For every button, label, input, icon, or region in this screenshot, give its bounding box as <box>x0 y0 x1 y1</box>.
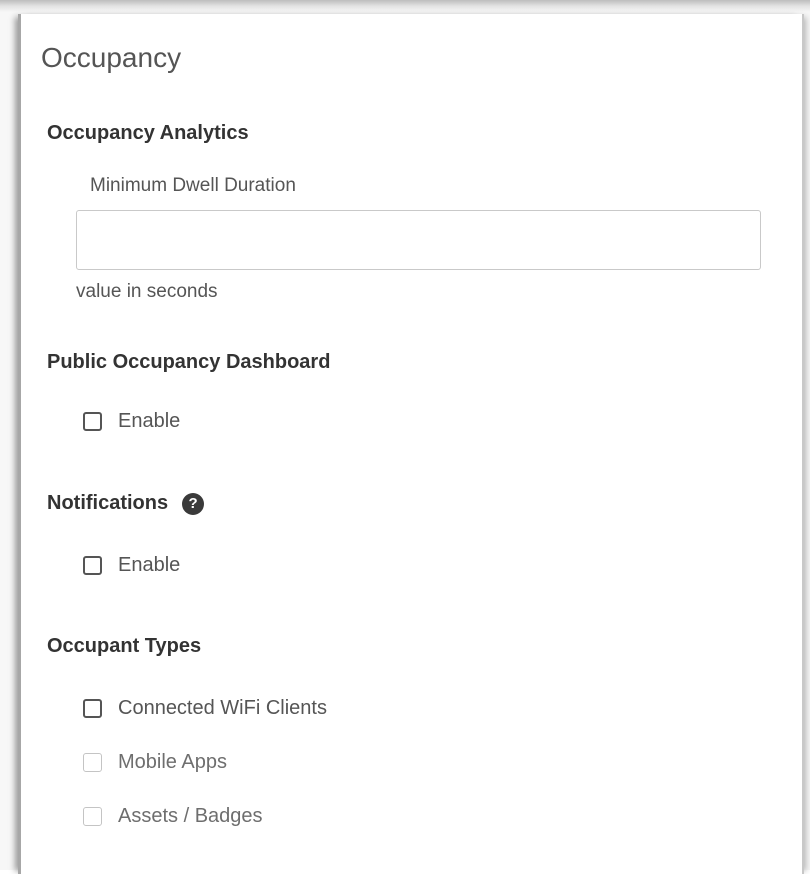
mobile-apps-label: Mobile Apps <box>118 751 227 773</box>
occupant-type-connected-wifi-clients[interactable]: Connected WiFi Clients <box>83 697 327 720</box>
notifications-heading-row: Notifications ? <box>47 492 205 515</box>
public-occupancy-dashboard-heading: Public Occupancy Dashboard <box>47 351 331 373</box>
minimum-dwell-duration-input[interactable] <box>76 210 761 270</box>
assets-badges-checkbox <box>83 807 102 826</box>
mobile-apps-checkbox <box>83 753 102 772</box>
occupancy-analytics-heading: Occupancy Analytics <box>47 122 249 144</box>
occupant-type-mobile-apps: Mobile Apps <box>83 751 227 774</box>
notifications-enable-option[interactable]: Enable <box>83 554 180 577</box>
occupant-types-heading: Occupant Types <box>47 635 202 657</box>
page-title: Occupancy <box>41 42 182 73</box>
occupant-type-assets-badges: Assets / Badges <box>83 805 263 828</box>
public-dashboard-enable-label: Enable <box>118 410 181 432</box>
assets-badges-label: Assets / Badges <box>118 805 263 827</box>
notifications-enable-checkbox[interactable] <box>83 556 102 575</box>
notifications-enable-label: Enable <box>118 554 181 576</box>
connected-wifi-clients-label: Connected WiFi Clients <box>118 697 327 719</box>
notifications-heading: Notifications <box>47 492 169 514</box>
dwell-duration-helper-text: value in seconds <box>76 281 218 302</box>
window-frame: Occupancy Occupancy Analytics Minimum Dw… <box>0 0 810 874</box>
public-dashboard-enable-checkbox[interactable] <box>83 412 102 431</box>
connected-wifi-clients-checkbox[interactable] <box>83 699 102 718</box>
public-dashboard-enable-option[interactable]: Enable <box>83 410 180 433</box>
occupancy-settings-panel: Occupancy Occupancy Analytics Minimum Dw… <box>18 14 804 874</box>
question-circle-icon[interactable]: ? <box>182 492 205 515</box>
minimum-dwell-duration-label: Minimum Dwell Duration <box>90 175 296 196</box>
